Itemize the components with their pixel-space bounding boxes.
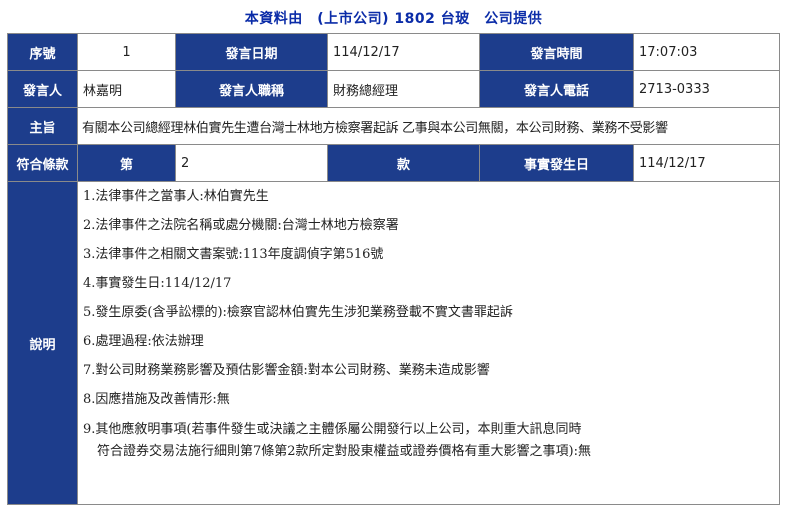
time-value: 17:07:03	[633, 33, 780, 71]
speaker-title-label: 發言人職稱	[175, 70, 328, 108]
description-line: 9.其他應敘明事項(若事件發生或決議之主體係屬公開發行以上公司，本則重大訊息同時	[83, 422, 582, 437]
seq-label: 序號	[7, 33, 78, 71]
subject-label: 主旨	[7, 107, 78, 145]
speaker-title-value: 財務總經理	[327, 70, 480, 108]
speaker-value: 林嘉明	[77, 70, 176, 108]
seq-value: 1	[77, 33, 176, 71]
speaker-phone-value: 2713-0333	[633, 70, 780, 108]
date-value: 114/12/17	[327, 33, 480, 71]
row-speaker: 發言人 林嘉明 發言人職稱 財務總經理 發言人電話 2713-0333	[7, 70, 780, 108]
row-basic: 序號 1 發言日期 114/12/17 發言時間 17:07:03	[7, 33, 780, 71]
description-line: 1.法律事件之當事人:林伯實先生	[83, 189, 269, 204]
article-value: 2	[175, 144, 328, 182]
description-line: 2.法律事件之法院名稱或處分機關:台灣士林地方檢察署	[83, 218, 399, 233]
item-label: 款	[327, 144, 480, 182]
row-description: 說明 1.法律事件之當事人:林伯實先生 2.法律事件之法院名稱或處分機關:台灣士…	[7, 181, 780, 505]
date-label: 發言日期	[175, 33, 328, 71]
description-line: 8.因應措施及改善情形:無	[83, 392, 230, 407]
clause-label: 符合條款	[7, 144, 78, 182]
description-body: 1.法律事件之當事人:林伯實先生 2.法律事件之法院名稱或處分機關:台灣士林地方…	[77, 181, 780, 505]
time-label: 發言時間	[479, 33, 634, 71]
row-clause: 符合條款 第 2 款 事實發生日 114/12/17	[7, 144, 780, 182]
speaker-label: 發言人	[7, 70, 78, 108]
description-line: 3.法律事件之相關文書案號:113年度調偵字第516號	[83, 247, 384, 262]
speaker-phone-label: 發言人電話	[479, 70, 634, 108]
event-date-value: 114/12/17	[633, 144, 780, 182]
subject-value: 有關本公司總經理林伯實先生遭台灣士林地方檢察署起訴 乙事與本公司無關，本公司財務…	[77, 107, 780, 145]
event-date-label: 事實發生日	[479, 144, 634, 182]
description-line: 6.處理過程:依法辦理	[83, 334, 204, 349]
page-title: 本資料由 (上市公司) 1802 台玻 公司提供	[244, 11, 543, 27]
row-subject: 主旨 有關本公司總經理林伯實先生遭台灣士林地方檢察署起訴 乙事與本公司無關，本公…	[7, 107, 780, 145]
description-line: 4.事實發生日:114/12/17	[83, 276, 232, 291]
article-label: 第	[77, 144, 176, 182]
description-line: 符合證券交易法施行細則第7條第2款所定對股東權益或證券價格有重大影響之事項):無	[97, 444, 591, 459]
description-label: 說明	[7, 181, 78, 505]
description-line: 5.發生原委(含爭訟標的):檢察官認林伯實先生涉犯業務登載不實文書罪起訴	[83, 305, 513, 320]
description-line: 7.對公司財務業務影響及預估影響金額:對本公司財務、業務未造成影響	[83, 363, 490, 378]
announcement-table: 序號 1 發言日期 114/12/17 發言時間 17:07:03 發言人 林嘉…	[7, 33, 780, 505]
